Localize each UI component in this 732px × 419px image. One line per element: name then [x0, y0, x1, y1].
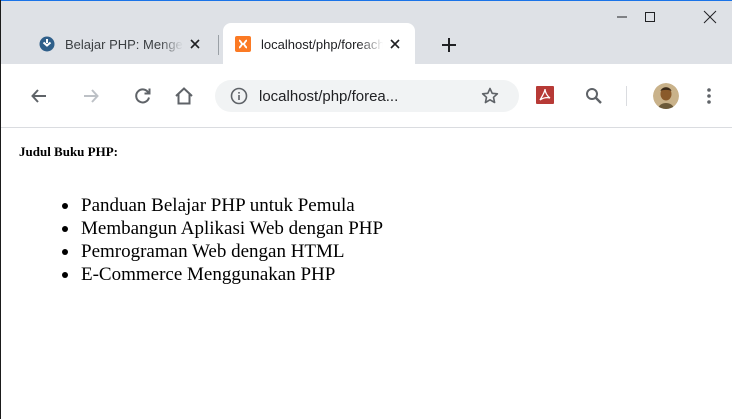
- tab-title: Belajar PHP: Mengenal Perulangan Foreach: [65, 36, 183, 52]
- reload-button[interactable]: [131, 84, 155, 108]
- address-bar[interactable]: localhost/php/forea...: [215, 80, 519, 112]
- reload-icon: [135, 88, 151, 104]
- info-icon[interactable]: [229, 86, 249, 106]
- page-heading: Judul Buku PHP:: [19, 144, 118, 159]
- home-icon: [175, 87, 193, 105]
- list-item: Pemrograman Web dengan HTML: [61, 240, 383, 263]
- pdf-extension-icon: [536, 86, 554, 104]
- page-content: Judul Buku PHP: Panduan Belajar PHP untu…: [1, 128, 732, 419]
- search-extension-button[interactable]: [582, 84, 606, 108]
- star-icon[interactable]: [479, 85, 501, 107]
- menu-button[interactable]: [697, 84, 721, 108]
- new-tab-button[interactable]: [437, 33, 461, 57]
- profile-avatar[interactable]: [653, 83, 679, 109]
- maximize-icon: [645, 12, 655, 22]
- tab-separator: [218, 35, 219, 55]
- back-arrow-icon: [31, 89, 46, 103]
- tab-belajar-php[interactable]: Belajar PHP: Mengenal Perulangan Foreach: [25, 23, 215, 65]
- search-icon: [586, 88, 602, 104]
- site-favicon-icon: [39, 36, 55, 52]
- pdf-extension-button[interactable]: [533, 83, 557, 107]
- home-button[interactable]: [172, 84, 196, 108]
- book-list: Panduan Belajar PHP untuk Pemula Membang…: [41, 194, 383, 286]
- close-icon: [703, 10, 717, 24]
- toolbar-divider: [626, 86, 627, 106]
- list-item: Membangun Aplikasi Web dengan PHP: [61, 218, 384, 239]
- maximize-button[interactable]: [627, 1, 673, 33]
- browser-toolbar: localhost/php/forea...: [1, 64, 732, 128]
- close-window-button[interactable]: [687, 1, 732, 33]
- list-item: Panduan Belajar PHP untuk Pemula: [61, 194, 383, 217]
- forward-button[interactable]: [79, 84, 103, 108]
- kebab-menu-icon: [707, 88, 711, 104]
- xampp-favicon-icon: [235, 36, 251, 52]
- forward-arrow-icon: [84, 89, 99, 103]
- browser-window: Belajar PHP: Mengenal Perulangan Foreach…: [0, 0, 732, 419]
- tab-title: localhost/php/foreach.php: [261, 36, 383, 52]
- tab-strip: Belajar PHP: Mengenal Perulangan Foreach…: [1, 0, 732, 65]
- address-url: localhost/php/forea...: [259, 87, 399, 105]
- tab-localhost[interactable]: localhost/php/foreach.php: [223, 23, 415, 65]
- tab-close-icon[interactable]: [383, 32, 407, 56]
- back-button[interactable]: [27, 84, 51, 108]
- plus-icon: [442, 38, 456, 52]
- tab-close-icon[interactable]: [183, 32, 207, 56]
- list-item: E-Commerce Menggunakan PHP: [61, 263, 383, 286]
